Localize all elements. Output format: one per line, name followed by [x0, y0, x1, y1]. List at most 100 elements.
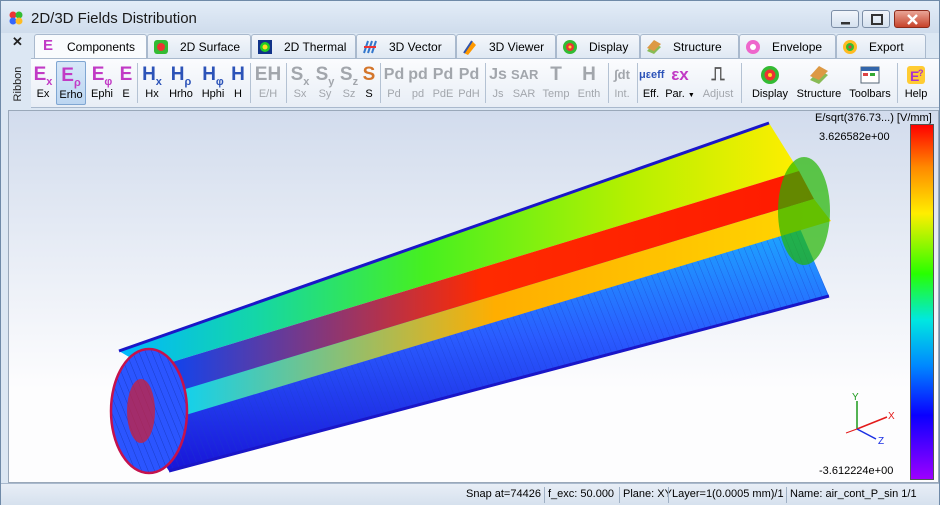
- button-label: E/H: [258, 88, 278, 100]
- button-label: PdE: [432, 88, 454, 100]
- button-label: Hphi: [201, 88, 225, 100]
- tab-label: Export: [869, 40, 904, 54]
- button-label: Adjust: [702, 88, 734, 100]
- e-icon: E: [119, 64, 133, 85]
- axis-x-label: X: [888, 411, 895, 422]
- button-label: Ephi: [90, 88, 114, 100]
- ephi-icon: Eφ: [91, 64, 113, 88]
- tab-structure[interactable]: Structure: [640, 34, 739, 58]
- eff-icon: μεeff: [639, 69, 665, 81]
- s-button[interactable]: S S: [361, 61, 377, 105]
- tab-display[interactable]: Display: [556, 34, 640, 58]
- status-snap: Snap at=74426: [466, 488, 541, 500]
- pd-icon: Pd: [383, 66, 405, 83]
- par-dropdown[interactable]: εx Par. ▼: [665, 61, 695, 105]
- toolbar-separator: [897, 63, 898, 103]
- ex-button[interactable]: Ex Ex: [31, 61, 55, 105]
- structure-icon: [647, 40, 661, 54]
- toolbars-icon: [860, 66, 880, 84]
- tab-export[interactable]: Export: [836, 34, 926, 58]
- eh-button[interactable]: EH E/H: [253, 61, 283, 105]
- surface-icon: [154, 40, 168, 54]
- hphi-button[interactable]: Hφ Hphi: [198, 61, 228, 105]
- tab-label: 3D Vector: [389, 40, 442, 54]
- components-toolbar: Ex Ex Eρ Erho Eφ Ephi E E Hx Hx Hρ Hrho …: [31, 58, 939, 108]
- structure-button[interactable]: Structure: [794, 61, 844, 105]
- pdh-button[interactable]: Pd PdH: [457, 61, 481, 105]
- pd-lower-icon: pd: [408, 66, 428, 83]
- help-button[interactable]: E? Help: [902, 61, 930, 105]
- tab-label: 2D Surface: [180, 40, 241, 54]
- ex-icon: Ex: [33, 64, 53, 88]
- vector-icon: [363, 40, 377, 54]
- window-title: 2D/3D Fields Distribution: [31, 10, 197, 27]
- button-label: Hx: [145, 88, 159, 100]
- tab-label: 2D Thermal: [284, 40, 347, 54]
- sz-button[interactable]: Sz Sz: [337, 61, 361, 105]
- envelope-icon: [746, 40, 760, 54]
- viewer-icon: [463, 40, 476, 55]
- tab-2d-surface[interactable]: 2D Surface: [147, 34, 251, 58]
- axis-z-label: Z: [878, 436, 884, 447]
- temp-button[interactable]: T Temp: [540, 61, 572, 105]
- hrho-button[interactable]: Hρ Hrho: [166, 61, 196, 105]
- adjust-button[interactable]: ⎍ Adjust: [700, 61, 736, 105]
- hx-icon: Hx: [142, 64, 162, 88]
- tab-label: Display: [589, 40, 629, 54]
- eff-button[interactable]: μεeff Eff.: [639, 61, 665, 105]
- display-button[interactable]: Display: [748, 61, 792, 105]
- tab-2d-thermal[interactable]: 2D Thermal: [251, 34, 356, 58]
- tab-label: Envelope: [772, 40, 823, 54]
- axis-y-label: Y: [852, 392, 859, 403]
- js-button[interactable]: Js Js: [487, 61, 509, 105]
- button-label: Enth: [577, 88, 601, 100]
- h-button[interactable]: H H: [230, 61, 246, 105]
- button-label: Par. ▼: [665, 88, 695, 100]
- toolbars-button[interactable]: Toolbars: [847, 61, 893, 105]
- legend-min-value: -3.612224e+00: [819, 465, 894, 477]
- color-scale-bar: [910, 124, 934, 480]
- h-icon: H: [231, 64, 245, 85]
- button-label: Eff.: [642, 88, 660, 100]
- tab-3d-vector[interactable]: 3D Vector: [356, 34, 456, 58]
- toolbar-separator: [637, 63, 638, 103]
- close-button[interactable]: [894, 10, 930, 28]
- erho-button[interactable]: Eρ Erho: [56, 61, 86, 105]
- tab-envelope[interactable]: Envelope: [739, 34, 836, 58]
- status-separator: [786, 487, 787, 503]
- tab-label: Components: [67, 40, 136, 54]
- field-viewport[interactable]: E/sqrt(376.73...) [V/mm] 3.626582e+00 -3…: [8, 110, 939, 483]
- pd-lower-button[interactable]: pd pd: [407, 61, 429, 105]
- pde-button[interactable]: Pd PdE: [431, 61, 455, 105]
- toolbar-separator: [137, 63, 138, 103]
- hx-button[interactable]: Hx Hx: [140, 61, 164, 105]
- button-label: Erho: [59, 89, 83, 101]
- app-window: 2D/3D Fields Distribution ✕ Ribbon E Com…: [0, 0, 940, 505]
- toolbar-separator: [380, 63, 381, 103]
- maximize-button[interactable]: [862, 10, 890, 28]
- pd-button[interactable]: Pd Pd: [383, 61, 405, 105]
- cylinder-field-model: [109, 121, 831, 475]
- button-label: H: [234, 88, 242, 100]
- sx-button[interactable]: Sx Sx: [288, 61, 312, 105]
- sy-icon: Sy: [315, 64, 335, 88]
- ribbon-close-button[interactable]: ✕: [12, 34, 23, 50]
- int-button[interactable]: ∫dt Int.: [610, 61, 634, 105]
- status-plane: Plane: XY: [623, 488, 672, 500]
- ephi-button[interactable]: Eφ Ephi: [88, 61, 116, 105]
- tab-label: 3D Viewer: [489, 40, 545, 54]
- enth-button[interactable]: H Enth: [573, 61, 605, 105]
- tab-3d-viewer[interactable]: 3D Viewer: [456, 34, 556, 58]
- status-frequency: f_exc: 50.000: [548, 488, 615, 500]
- tab-components[interactable]: E Components: [34, 34, 147, 59]
- e-field-icon: E: [43, 37, 54, 54]
- status-layer: Layer=1(0.0005 mm)/1: [672, 488, 784, 500]
- status-separator: [668, 487, 669, 503]
- toolbar-separator: [286, 63, 287, 103]
- e-button[interactable]: E E: [118, 61, 134, 105]
- structure-icon: [810, 66, 828, 84]
- button-label: Help: [904, 88, 928, 100]
- sy-button[interactable]: Sy Sy: [313, 61, 337, 105]
- minimize-button[interactable]: [831, 10, 859, 28]
- sar-button[interactable]: SAR SAR: [511, 61, 538, 105]
